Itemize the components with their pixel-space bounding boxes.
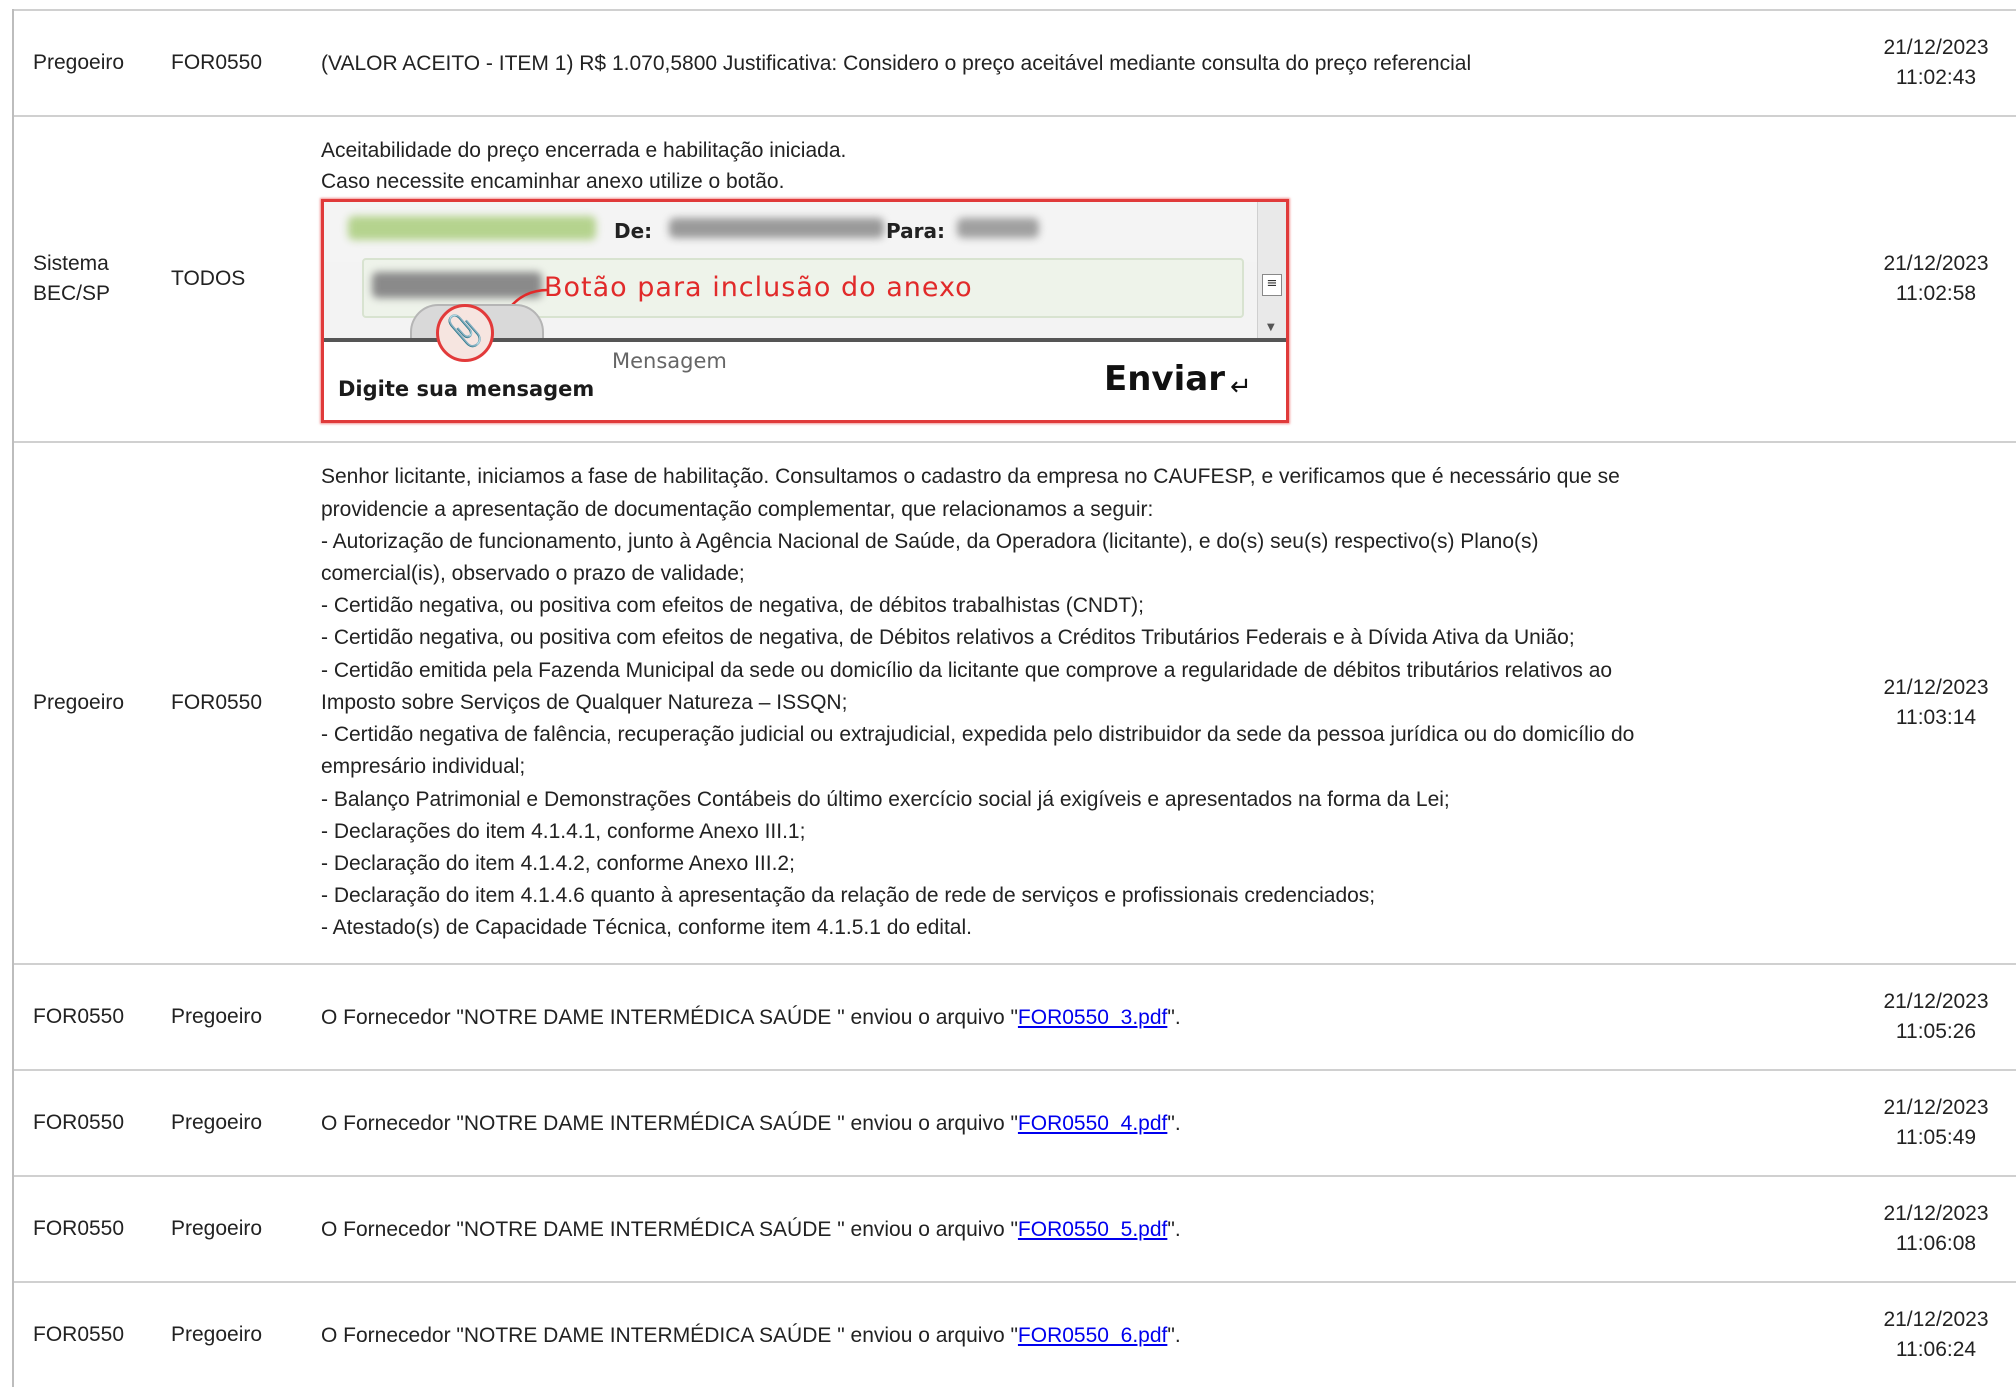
blurred-sender <box>669 218 884 238</box>
timestamp-cell: 21/12/2023 11:02:58 <box>1854 249 2016 309</box>
time-text: 11:05:26 <box>1895 1020 1977 1043</box>
time-text: 11:02:58 <box>1895 282 1977 305</box>
file-link[interactable]: FOR0550_3.pdf <box>1018 1006 1167 1029</box>
message-log-table: Pregoeiro FOR0550 (VALOR ACEITO - ITEM 1… <box>12 9 2016 1387</box>
send-label: Enviar <box>1104 359 1225 399</box>
message-prefix: O Fornecedor "NOTRE DAME INTERMÉDICA SAÚ… <box>321 1217 1018 1241</box>
time-text: 11:06:08 <box>1895 1232 1977 1255</box>
message-line: - Balanço Patrimonial e Demonstrações Co… <box>321 787 1450 811</box>
time-text: 11:05:49 <box>1895 1126 1977 1149</box>
annotation-text: Botão para inclusão do anexo <box>544 272 973 303</box>
message-line: empresário individual; <box>321 755 526 779</box>
message-line: - Declarações do item 4.1.4.1, conforme … <box>321 819 806 843</box>
sender-cell: Pregoeiro <box>33 51 125 74</box>
recipient-cell: Pregoeiro <box>171 1111 263 1134</box>
sender-cell: Sistema BEC/SP <box>14 249 167 309</box>
sender-cell: FOR0550 <box>33 1111 125 1134</box>
sender-cell: FOR0550 <box>33 1217 125 1240</box>
sender-cell: FOR0550 <box>33 1005 125 1028</box>
time-text: 11:03:14 <box>1895 706 1977 729</box>
date-text: 21/12/2023 <box>1883 1202 1989 1225</box>
timestamp-cell: 21/12/2023 11:05:26 <box>1854 987 2016 1047</box>
timestamp-cell: 21/12/2023 11:05:49 <box>1854 1093 2016 1153</box>
recipient-cell: Pregoeiro <box>171 1217 263 1240</box>
blurred-recipient <box>957 218 1039 238</box>
message-cell: O Fornecedor "NOTRE DAME INTERMÉDICA SAÚ… <box>321 1214 1854 1245</box>
message-cell: O Fornecedor "NOTRE DAME INTERMÉDICA SAÚ… <box>321 1108 1854 1139</box>
sender-cell: Pregoeiro <box>33 691 125 714</box>
date-text: 21/12/2023 <box>1883 990 1989 1013</box>
message-prefix: O Fornecedor "NOTRE DAME INTERMÉDICA SAÚ… <box>321 1005 1018 1029</box>
message-cell: O Fornecedor "NOTRE DAME INTERMÉDICA SAÚ… <box>321 1002 1854 1033</box>
message-placeholder: Mensagem <box>612 349 727 373</box>
date-text: 21/12/2023 <box>1883 676 1989 699</box>
timestamp-cell: 21/12/2023 11:06:24 <box>1854 1305 2016 1365</box>
time-text: 11:06:24 <box>1895 1338 1977 1361</box>
recipient-cell: Pregoeiro <box>171 1323 263 1346</box>
date-text: 21/12/2023 <box>1883 1308 1989 1331</box>
table-row: FOR0550 Pregoeiro O Fornecedor "NOTRE DA… <box>14 963 2016 1069</box>
list-icon: ≡ <box>1262 274 1282 296</box>
timestamp-cell: 21/12/2023 11:06:08 <box>1854 1199 2016 1259</box>
table-row: Sistema BEC/SP TODOS Aceitabilidade do p… <box>14 115 2016 441</box>
message-suffix: ". <box>1167 1111 1181 1135</box>
message-cell: Aceitabilidade do preço encerrada e habi… <box>321 135 1854 423</box>
file-link[interactable]: FOR0550_4.pdf <box>1018 1112 1167 1135</box>
message-line: - Atestado(s) de Capacidade Técnica, con… <box>321 916 972 940</box>
message-line: Senhor licitante, iniciamos a fase de ha… <box>321 465 1620 489</box>
timestamp-cell: 21/12/2023 11:02:43 <box>1854 33 2016 93</box>
message-line: - Declaração do item 4.1.4.6 quanto à ap… <box>321 884 1376 908</box>
sender-cell: FOR0550 <box>33 1323 125 1346</box>
recipient-cell: FOR0550 <box>171 51 263 74</box>
to-label: Para: <box>886 219 945 243</box>
message-suffix: ". <box>1167 1323 1181 1347</box>
sender-text: Sistema BEC/SP <box>33 252 111 305</box>
enter-icon: ↵ <box>1230 372 1252 402</box>
message-cell: (VALOR ACEITO - ITEM 1) R$ 1.070,5800 Ju… <box>321 51 1472 75</box>
message-suffix: ". <box>1167 1217 1181 1241</box>
date-text: 21/12/2023 <box>1883 1096 1989 1119</box>
recipient-cell: Pregoeiro <box>171 1005 263 1028</box>
message-line: - Certidão negativa, ou positiva com efe… <box>321 594 1144 618</box>
message-line: - Declaração do item 4.1.4.2, conforme A… <box>321 851 795 875</box>
timestamp-cell: 21/12/2023 11:03:14 <box>1854 673 2016 733</box>
message-line: - Certidão emitida pela Fazenda Municipa… <box>321 658 1613 682</box>
table-row: FOR0550 Pregoeiro O Fornecedor "NOTRE DA… <box>14 1069 2016 1175</box>
message-line: providencie a apresentação de documentaç… <box>321 497 1154 521</box>
message-suffix: ". <box>1167 1005 1181 1029</box>
time-text: 11:02:43 <box>1895 66 1977 89</box>
table-row: Pregoeiro FOR0550 Senhor licitante, inic… <box>14 441 2016 963</box>
message-line: Imposto sobre Serviços de Qualquer Natur… <box>321 690 848 714</box>
file-link[interactable]: FOR0550_6.pdf <box>1018 1324 1167 1347</box>
compose-tab-label: Digite sua mensagem <box>338 377 595 401</box>
from-label: De: <box>614 219 653 243</box>
recipient-cell: TODOS <box>171 267 246 290</box>
scrollbar: ≡ ▼ <box>1257 202 1286 338</box>
table-row: FOR0550 Pregoeiro O Fornecedor "NOTRE DA… <box>14 1175 2016 1281</box>
recipient-cell: FOR0550 <box>171 691 263 714</box>
message-cell: O Fornecedor "NOTRE DAME INTERMÉDICA SAÚ… <box>321 1320 1854 1351</box>
message-line: - Certidão negativa de falência, recuper… <box>321 723 1635 747</box>
message-line: comercial(is), observado o prazo de vali… <box>321 562 745 586</box>
message-line: Caso necessite encaminhar anexo utilize … <box>321 170 785 193</box>
message-line: - Certidão negativa, ou positiva com efe… <box>321 626 1575 650</box>
message-line: Aceitabilidade do preço encerrada e habi… <box>321 139 847 162</box>
blurred-timestamp <box>348 216 596 240</box>
table-row: Pregoeiro FOR0550 (VALOR ACEITO - ITEM 1… <box>14 9 2016 115</box>
date-text: 21/12/2023 <box>1883 252 1989 275</box>
table-row: FOR0550 Pregoeiro O Fornecedor "NOTRE DA… <box>14 1281 2016 1387</box>
file-link[interactable]: FOR0550_5.pdf <box>1018 1218 1167 1241</box>
attachment-help-image: De: Para: Botão para inclusão do anexo ≡… <box>321 199 1289 423</box>
date-text: 21/12/2023 <box>1883 36 1989 59</box>
message-line: - Autorização de funcionamento, junto à … <box>321 529 1539 553</box>
paperclip-icon: 📎 <box>436 304 494 362</box>
message-prefix: O Fornecedor "NOTRE DAME INTERMÉDICA SAÚ… <box>321 1323 1018 1347</box>
message-prefix: O Fornecedor "NOTRE DAME INTERMÉDICA SAÚ… <box>321 1111 1018 1135</box>
message-cell: Senhor licitante, iniciamos a fase de ha… <box>321 461 1854 944</box>
